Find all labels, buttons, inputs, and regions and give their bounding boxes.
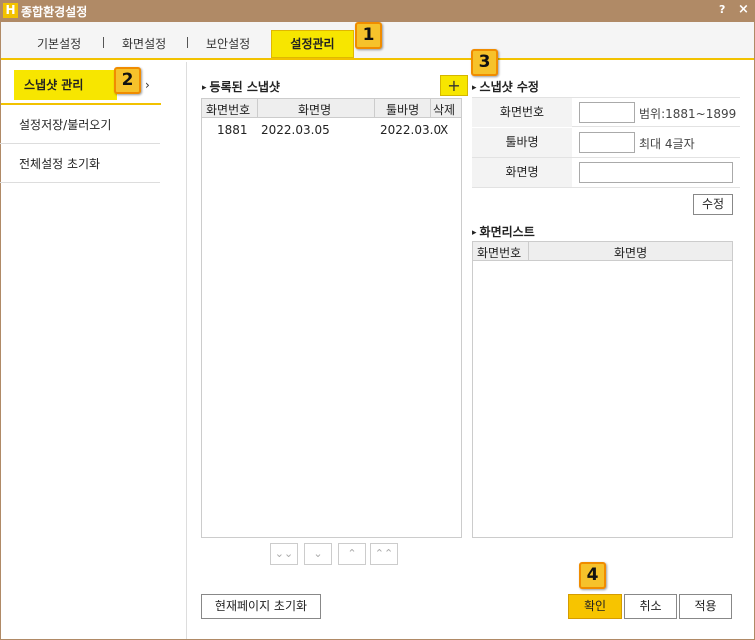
screen-list-header: 화면번호 화면명 [473, 242, 732, 261]
row-screen-name: 2022.03.05 [261, 123, 330, 137]
annotation-badge-3: 3 [471, 49, 498, 76]
column-divider [430, 99, 431, 118]
row-screen-no: 1881 [217, 123, 248, 137]
row-delete-button[interactable]: X [440, 123, 448, 137]
title-bar: H 종합환경설정 ? × [0, 0, 755, 22]
toolbar-name-hint: 최대 4글자 [639, 137, 695, 151]
window-title: 종합환경설정 [21, 5, 88, 19]
tab-divider [103, 37, 104, 48]
ok-button[interactable]: 확인 [568, 594, 622, 619]
screen-list-table: 화면번호 화면명 [472, 241, 733, 538]
modify-button[interactable]: 수정 [693, 194, 733, 215]
sidebar-active-underline [1, 103, 161, 105]
move-top-button[interactable]: ⌃⌃ [370, 543, 398, 565]
sidebar-item-reset-all[interactable]: 전체설정 초기화 [0, 145, 160, 183]
form-row-toolbar-name: 툴바명 최대 4글자 [472, 128, 740, 158]
registered-snapshots-title: 등록된 스냅샷 [202, 78, 280, 95]
add-snapshot-button[interactable]: + [440, 75, 468, 96]
sidebar-item-save-load[interactable]: 설정저장/불러오기 [0, 106, 160, 144]
apply-button[interactable]: 적용 [679, 594, 732, 619]
move-up-button[interactable]: ⌃ [338, 543, 366, 565]
annotation-badge-4: 4 [579, 562, 606, 589]
screen-no-input[interactable] [579, 102, 635, 123]
chevron-right-icon: › [145, 78, 150, 92]
edit-snapshot-title: 스냅샷 수정 [472, 78, 539, 95]
screen-no-label: 화면번호 [472, 98, 572, 127]
toolbar-name-label: 툴바명 [472, 128, 572, 157]
tab-settings-management[interactable]: 설정관리 [271, 30, 354, 58]
move-down-button[interactable]: ⌄ [304, 543, 332, 565]
reset-current-page-button[interactable]: 현재페이지 초기화 [201, 594, 321, 619]
help-button[interactable]: ? [719, 3, 725, 16]
toolbar-name-input[interactable] [579, 132, 635, 153]
screen-name-label: 화면명 [472, 158, 572, 187]
registered-snapshot-table: 화면번호 화면명 툴바명 삭제 1881 2022.03.05 2022.03.… [201, 98, 462, 538]
table-header: 화면번호 화면명 툴바명 삭제 [202, 99, 461, 118]
form-row-screen-name: 화면명 [472, 158, 740, 188]
form-row-screen-no: 화면번호 범위:1881~1899 [472, 97, 740, 127]
annotation-badge-1: 1 [355, 22, 382, 49]
annotation-badge-2: 2 [114, 67, 141, 94]
column-divider [257, 99, 258, 118]
column-header-delete: 삭제 [433, 103, 456, 117]
row-toolbar-name: 2022.03.0 [380, 123, 442, 137]
column-header-screen-name: 화면명 [298, 103, 332, 117]
screen-no-hint: 범위:1881~1899 [639, 107, 737, 121]
tab-security-settings[interactable]: 보안설정 [206, 35, 250, 52]
column-divider [374, 99, 375, 118]
column-header-screen-no: 화면번호 [477, 246, 522, 260]
tab-screen-settings[interactable]: 화면설정 [122, 35, 166, 52]
column-header-screen-no: 화면번호 [206, 103, 251, 117]
screen-name-input[interactable] [579, 162, 733, 183]
tab-basic-settings[interactable]: 기본설정 [37, 35, 81, 52]
close-button[interactable]: × [738, 2, 749, 17]
screen-list-title: 화면리스트 [472, 223, 535, 240]
column-header-toolbar-name: 툴바명 [386, 103, 420, 117]
column-divider [528, 242, 529, 261]
tab-divider [187, 37, 188, 48]
sidebar-item-snapshot-manage[interactable]: 스냅샷 관리 [14, 70, 117, 100]
column-header-screen-name: 화면명 [614, 246, 648, 260]
move-bottom-button[interactable]: ⌄⌄ [270, 543, 298, 565]
app-logo-icon: H [3, 3, 18, 18]
cancel-button[interactable]: 취소 [624, 594, 677, 619]
